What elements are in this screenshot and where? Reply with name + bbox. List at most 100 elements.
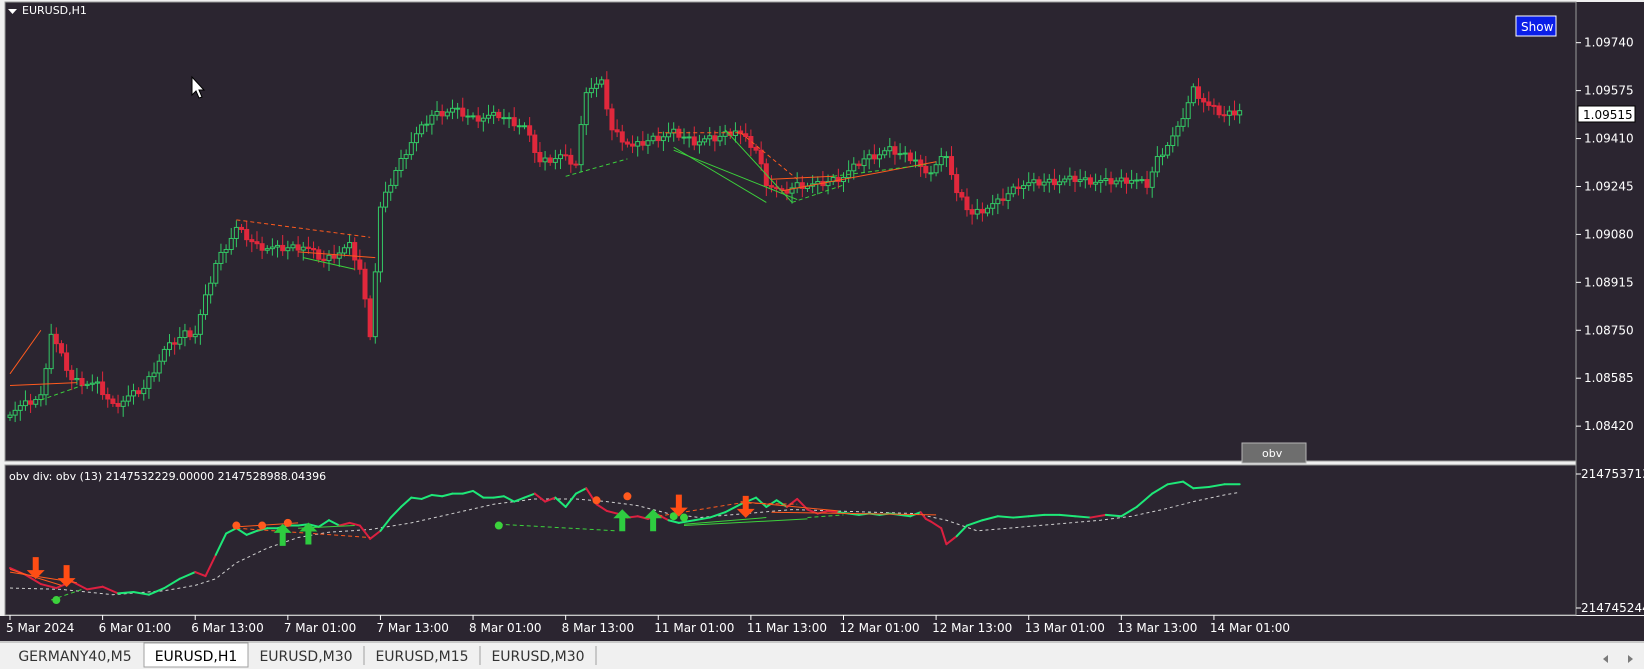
candle-bear bbox=[856, 163, 862, 167]
candle-bear bbox=[110, 398, 116, 404]
candle-bull bbox=[38, 394, 44, 401]
time-tick-label: 6 Mar 01:00 bbox=[99, 621, 172, 635]
candle-bear bbox=[511, 117, 517, 127]
bearish-dot bbox=[283, 518, 292, 527]
candle-bear bbox=[105, 394, 111, 400]
candle-bear bbox=[619, 131, 625, 143]
candle-bull bbox=[218, 251, 224, 264]
candle-bull bbox=[1113, 180, 1119, 185]
chart-tab[interactable]: EURUSD,M30 bbox=[491, 646, 597, 665]
candle-bull bbox=[48, 333, 54, 370]
candle-bull bbox=[990, 203, 996, 209]
candle-bull bbox=[501, 117, 507, 120]
candle-bear bbox=[249, 239, 255, 243]
candle-bull bbox=[7, 414, 13, 418]
candle-bear bbox=[295, 244, 301, 251]
candle-bear bbox=[547, 157, 553, 163]
candle-bull bbox=[491, 111, 497, 116]
chart-tab[interactable]: EURUSD,M30 bbox=[259, 646, 365, 665]
candle-bull bbox=[84, 383, 90, 386]
candle-bull bbox=[1082, 177, 1088, 181]
indicator-pane[interactable] bbox=[4, 464, 1577, 616]
candle-bull bbox=[1180, 118, 1186, 127]
candle-bear bbox=[1087, 177, 1093, 185]
candle-bull bbox=[542, 157, 548, 163]
show-button[interactable]: Show bbox=[1515, 15, 1557, 37]
candle-bull bbox=[794, 182, 800, 189]
obv-line-segment bbox=[1027, 513, 1046, 518]
candle-bull bbox=[1103, 178, 1109, 181]
candle-bull bbox=[285, 247, 291, 252]
candle-bear bbox=[979, 208, 985, 214]
chart-tab-label: EURUSD,M30 bbox=[259, 649, 352, 665]
candle-bull bbox=[732, 130, 738, 136]
candle-bull bbox=[1067, 175, 1073, 180]
candle-bull bbox=[290, 244, 296, 249]
candle-bull bbox=[275, 244, 281, 248]
candle-bear bbox=[676, 128, 682, 138]
chart-tab[interactable]: EURUSD,H1 bbox=[143, 642, 249, 668]
price-tick-label: 1.09740 bbox=[1584, 36, 1634, 50]
candle-bull bbox=[233, 226, 239, 239]
chart-tab[interactable]: EURUSD,M15 bbox=[375, 646, 481, 665]
candle-bull bbox=[1149, 171, 1155, 188]
candle-bear bbox=[64, 352, 70, 371]
candle-bear bbox=[1051, 178, 1057, 186]
candle-bear bbox=[1216, 105, 1222, 116]
candle-bull bbox=[1190, 86, 1196, 104]
candle-bull bbox=[943, 156, 949, 159]
candle-bull bbox=[208, 282, 214, 296]
time-tick-label: 13 Mar 01:00 bbox=[1025, 621, 1105, 635]
candle-bull bbox=[578, 124, 584, 166]
candle-bear bbox=[244, 228, 250, 241]
candle-bull bbox=[635, 141, 641, 147]
candle-bear bbox=[624, 141, 630, 145]
candle-bear bbox=[496, 111, 502, 119]
candle-bull bbox=[681, 136, 687, 139]
candle-bull bbox=[588, 87, 594, 94]
candle-bull bbox=[882, 150, 888, 156]
candle-bull bbox=[17, 405, 23, 411]
obv-button[interactable]: obv bbox=[1241, 442, 1307, 464]
candle-bull bbox=[861, 158, 867, 167]
time-tick-label: 11 Mar 13:00 bbox=[747, 621, 827, 635]
price-tick-label: 1.08750 bbox=[1584, 323, 1634, 337]
bearish-dot bbox=[232, 521, 241, 530]
candle-bear bbox=[1211, 104, 1217, 107]
candle-bull bbox=[480, 117, 486, 122]
price-tick-label: 1.08585 bbox=[1584, 371, 1634, 385]
bullish-dot bbox=[679, 513, 688, 522]
current-price-label: 1.09515 bbox=[1583, 108, 1633, 122]
candle-bear bbox=[1195, 86, 1201, 99]
candle-bull bbox=[419, 124, 425, 135]
candle-bull bbox=[1154, 156, 1160, 173]
candle-bear bbox=[609, 108, 615, 131]
candle-bull bbox=[372, 271, 378, 338]
candle-bear bbox=[712, 135, 718, 142]
candle-bull bbox=[393, 169, 399, 186]
candle-bear bbox=[259, 243, 265, 251]
candle-bull bbox=[213, 262, 219, 284]
bearish-dot bbox=[623, 492, 632, 501]
chart-tab[interactable]: GERMANY40,M5 bbox=[18, 646, 145, 665]
candle-bull bbox=[156, 360, 162, 374]
candle-bear bbox=[758, 149, 764, 165]
candle-bear bbox=[949, 156, 955, 176]
candle-bull bbox=[429, 114, 435, 125]
candle-bull bbox=[516, 125, 522, 128]
chart-tab-label: EURUSD,M30 bbox=[491, 649, 584, 665]
candle-bull bbox=[424, 123, 430, 126]
chart-tab-label: EURUSD,H1 bbox=[155, 649, 238, 665]
candle-bear bbox=[1000, 198, 1006, 201]
obv-line-segment bbox=[1074, 515, 1092, 519]
candle-bull bbox=[660, 136, 666, 142]
candle-bull bbox=[913, 159, 919, 162]
candle-bull bbox=[717, 135, 723, 142]
candle-bear bbox=[1144, 179, 1150, 188]
candle-bull bbox=[1129, 179, 1135, 184]
svg-text:obv: obv bbox=[1262, 447, 1283, 460]
candle-bull bbox=[558, 154, 564, 160]
price-pane[interactable] bbox=[4, 1, 1577, 462]
time-tick-label: 5 Mar 2024 bbox=[6, 621, 74, 635]
candle-bull bbox=[877, 154, 883, 160]
